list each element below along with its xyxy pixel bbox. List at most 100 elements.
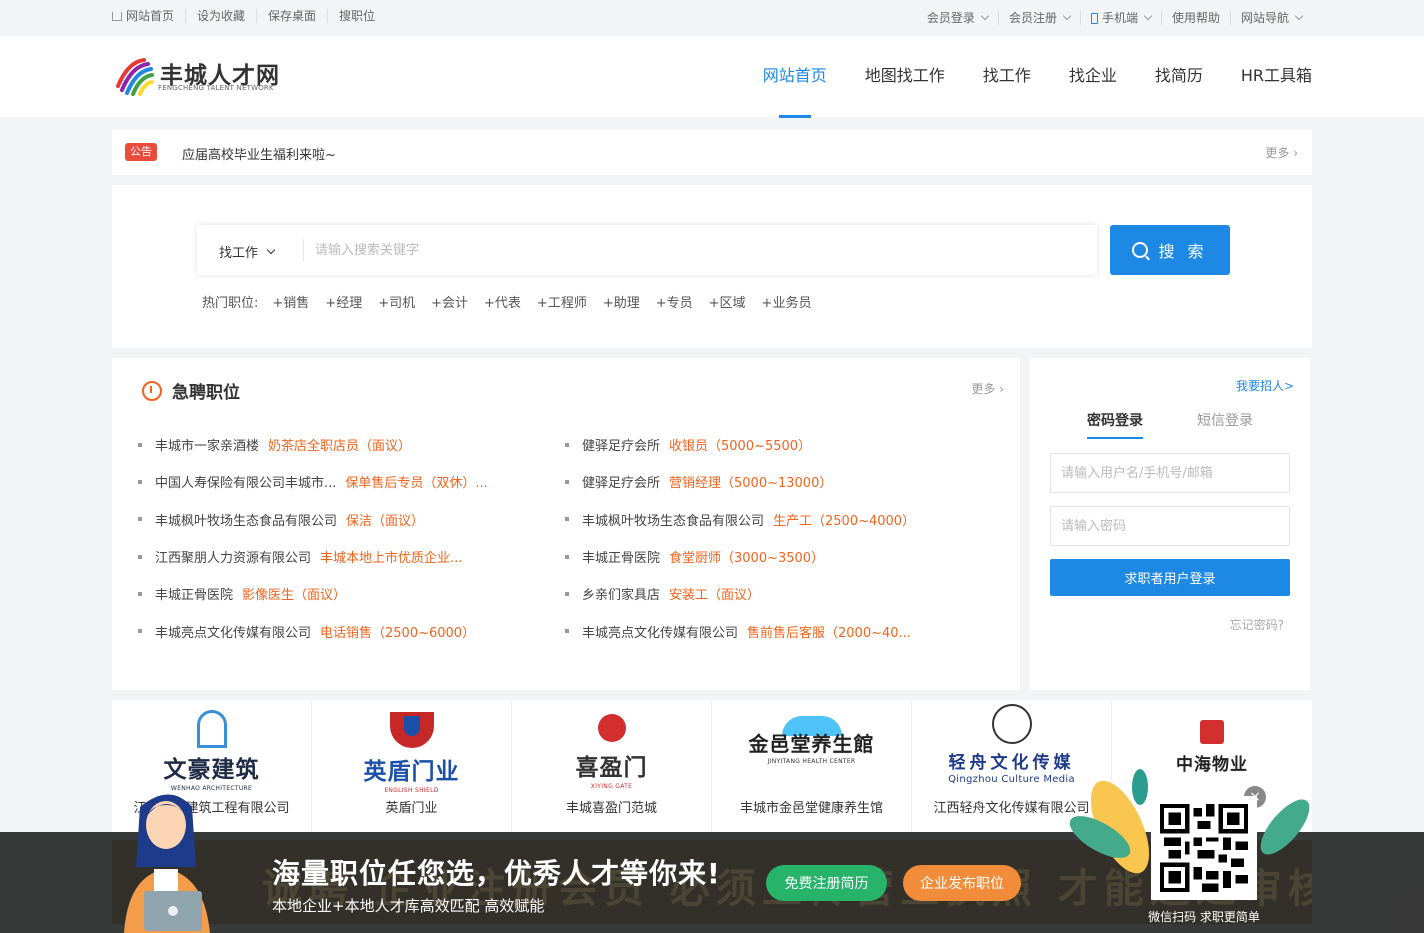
urgent-jobs-title: 急聘职位 (142, 378, 240, 403)
job-company[interactable]: 丰城枫叶牧场生态食品有限公司 (582, 510, 764, 529)
job-position[interactable]: 营销经理（5000~13000） (669, 472, 832, 491)
urgent-jobs-panel: 急聘职位 更多 › 丰城市一家亲酒楼 奶茶店全职店员（面议） 中国人寿保险有限公司… (112, 358, 1020, 690)
username-field[interactable] (1050, 453, 1290, 493)
bullet (565, 442, 569, 447)
company-name: 英盾门业 (385, 801, 438, 816)
bullet (565, 591, 569, 596)
member-register-menu[interactable]: 会员注册 (997, 11, 1080, 25)
bullet (138, 442, 142, 447)
hot-position-link[interactable]: +区域 (709, 292, 746, 311)
nav-home[interactable]: 网站首页 (763, 36, 827, 118)
search-type-select[interactable]: 找工作 (219, 242, 276, 261)
job-company[interactable]: 丰城亮点文化传媒有限公司 (155, 622, 311, 641)
tab-sms-login[interactable]: 短信登录 (1197, 410, 1253, 439)
job-position[interactable]: 保洁（面议） (346, 510, 424, 529)
bullet (138, 591, 142, 596)
login-panel: 我要招人> 密码登录 短信登录 求职者用户登录 忘记密码? (1030, 358, 1310, 690)
bullet (138, 629, 142, 634)
forgot-password-link[interactable]: 忘记密码? (1230, 616, 1284, 633)
chevron-down-icon (266, 245, 276, 254)
help-link[interactable]: 使用帮助 (1160, 11, 1230, 25)
nav-find-jobs[interactable]: 找工作 (983, 36, 1031, 117)
notice-text[interactable]: 应届高校毕业生福利来啦~ (182, 144, 336, 163)
job-row: 健驿足疗会所 收银员（5000~5500） (565, 426, 925, 463)
job-company[interactable]: 丰城正骨医院 (582, 547, 660, 566)
job-position[interactable]: 电话销售（2500~6000） (320, 622, 475, 641)
job-position[interactable]: 收银员（5000~5500） (669, 435, 811, 454)
chevron-down-icon (980, 11, 990, 21)
site-header: 丰城人才网 FENGCHENG TALENT NETWORK 网站首页 地图找工… (0, 36, 1424, 118)
bullet (138, 554, 142, 559)
nav-find-companies[interactable]: 找企业 (1069, 36, 1117, 117)
job-company[interactable]: 丰城枫叶牧场生态食品有限公司 (155, 510, 337, 529)
job-company[interactable]: 乡亲们家具店 (582, 584, 660, 603)
job-position[interactable]: 售前售后客服（2000~40... (747, 622, 911, 641)
job-position[interactable]: 丰城本地上市优质企业... (320, 547, 462, 566)
tab-password-login[interactable]: 密码登录 (1087, 410, 1143, 439)
post-job-button[interactable]: 企业发布职位 (903, 865, 1021, 901)
job-position[interactable]: 生产工（2500~4000） (773, 510, 915, 529)
notice-more-link[interactable]: 更多 › (1265, 144, 1298, 161)
job-company[interactable]: 健驿足疗会所 (582, 435, 660, 454)
search-jobs-link[interactable]: 搜职位 (327, 9, 386, 23)
top-bar: 网站首页 设为收藏 保存桌面 搜职位 会员登录 会员注册 手机端 使用帮助 网站… (0, 0, 1424, 36)
hot-positions: 热门职位: +销售 +经理 +司机 +会计 +代表 +工程师 +助理 +专员 +… (202, 292, 827, 311)
company-card[interactable]: 喜盈门 XIYING GATE 丰城喜盈门范城 (512, 700, 712, 832)
phone-icon (1090, 12, 1098, 24)
nav-map-jobs[interactable]: 地图找工作 (865, 36, 945, 117)
jobs-column-left: 丰城市一家亲酒楼 奶茶店全职店员（面议） 中国人寿保险有限公司丰城市... 保单售后… (138, 426, 528, 650)
job-position[interactable]: 影像医生（面议） (242, 584, 346, 603)
flower-icon (597, 714, 626, 742)
company-card[interactable]: 英盾门业 ENGLISH SHIELD 英盾门业 (312, 700, 512, 832)
hot-position-link[interactable]: +专员 (656, 292, 693, 311)
company-logo: 英盾门业 ENGLISH SHIELD (312, 710, 511, 794)
job-row: 中国人寿保险有限公司丰城市... 保单售后专员（双休）... (138, 463, 528, 500)
bullet (138, 479, 142, 484)
job-company[interactable]: 中国人寿保险有限公司丰城市... (155, 472, 336, 491)
job-company[interactable]: 丰城亮点文化传媒有限公司 (582, 622, 738, 641)
home-link[interactable]: 网站首页 (112, 9, 185, 23)
hot-position-link[interactable]: +工程师 (537, 292, 587, 311)
search-field: 找工作 (197, 225, 1097, 275)
nav-find-resumes[interactable]: 找简历 (1155, 36, 1203, 117)
register-resume-button[interactable]: 免费注册简历 (766, 865, 887, 901)
member-login-menu[interactable]: 会员登录 (917, 11, 998, 25)
save-desktop-link[interactable]: 保存桌面 (256, 9, 327, 23)
jobseeker-login-button[interactable]: 求职者用户登录 (1050, 559, 1290, 596)
site-logo[interactable]: 丰城人才网 FENGCHENG TALENT NETWORK (114, 54, 284, 98)
password-field[interactable] (1050, 506, 1290, 546)
job-position[interactable]: 食堂厨师（3000~3500） (669, 547, 824, 566)
recruit-link[interactable]: 我要招人> (1236, 377, 1294, 394)
hot-position-link[interactable]: +司机 (378, 292, 415, 311)
job-company[interactable]: 江西聚朋人力资源有限公司 (155, 547, 311, 566)
search-button[interactable]: 搜 索 (1110, 225, 1230, 275)
job-company[interactable]: 丰城正骨医院 (155, 584, 233, 603)
nav-hr-toolbox[interactable]: HR工具箱 (1241, 36, 1312, 117)
hot-position-link[interactable]: +销售 (272, 292, 309, 311)
company-logo: 金邑堂养生館 JINYITANG HEALTH CENTER (712, 710, 911, 765)
bullet (138, 517, 142, 522)
hot-position-link[interactable]: +助理 (603, 292, 640, 311)
hot-position-link[interactable]: +业务员 (762, 292, 812, 311)
urgent-jobs-more-link[interactable]: 更多 › (971, 380, 1004, 397)
hot-position-link[interactable]: +经理 (325, 292, 362, 311)
bookmark-link[interactable]: 设为收藏 (185, 9, 256, 23)
mobile-menu[interactable]: 手机端 (1079, 11, 1161, 25)
search-divider (303, 239, 304, 261)
job-company[interactable]: 健驿足疗会所 (582, 472, 660, 491)
hot-position-link[interactable]: +会计 (431, 292, 468, 311)
job-position[interactable]: 安装工（面议） (669, 584, 760, 603)
job-position[interactable]: 保单售后专员（双休）... (345, 472, 487, 491)
search-input[interactable] (315, 235, 1075, 265)
job-row: 乡亲们家具店 安装工（面议） (565, 575, 925, 612)
job-company[interactable]: 丰城市一家亲酒楼 (155, 435, 259, 454)
hot-position-link[interactable]: +代表 (484, 292, 521, 311)
bullet (565, 517, 569, 522)
company-card[interactable]: 金邑堂养生館 JINYITANG HEALTH CENTER 丰城市金邑堂健康养… (712, 700, 912, 832)
job-position[interactable]: 奶茶店全职店员（面议） (268, 435, 411, 454)
site-nav-menu[interactable]: 网站导航 (1229, 11, 1312, 25)
chevron-down-icon (1062, 11, 1072, 21)
main-nav: 网站首页 地图找工作 找工作 找企业 找简历 HR工具箱 (725, 36, 1312, 118)
bullet (565, 629, 569, 634)
job-row: 丰城枫叶牧场生态食品有限公司 生产工（2500~4000） (565, 501, 925, 538)
